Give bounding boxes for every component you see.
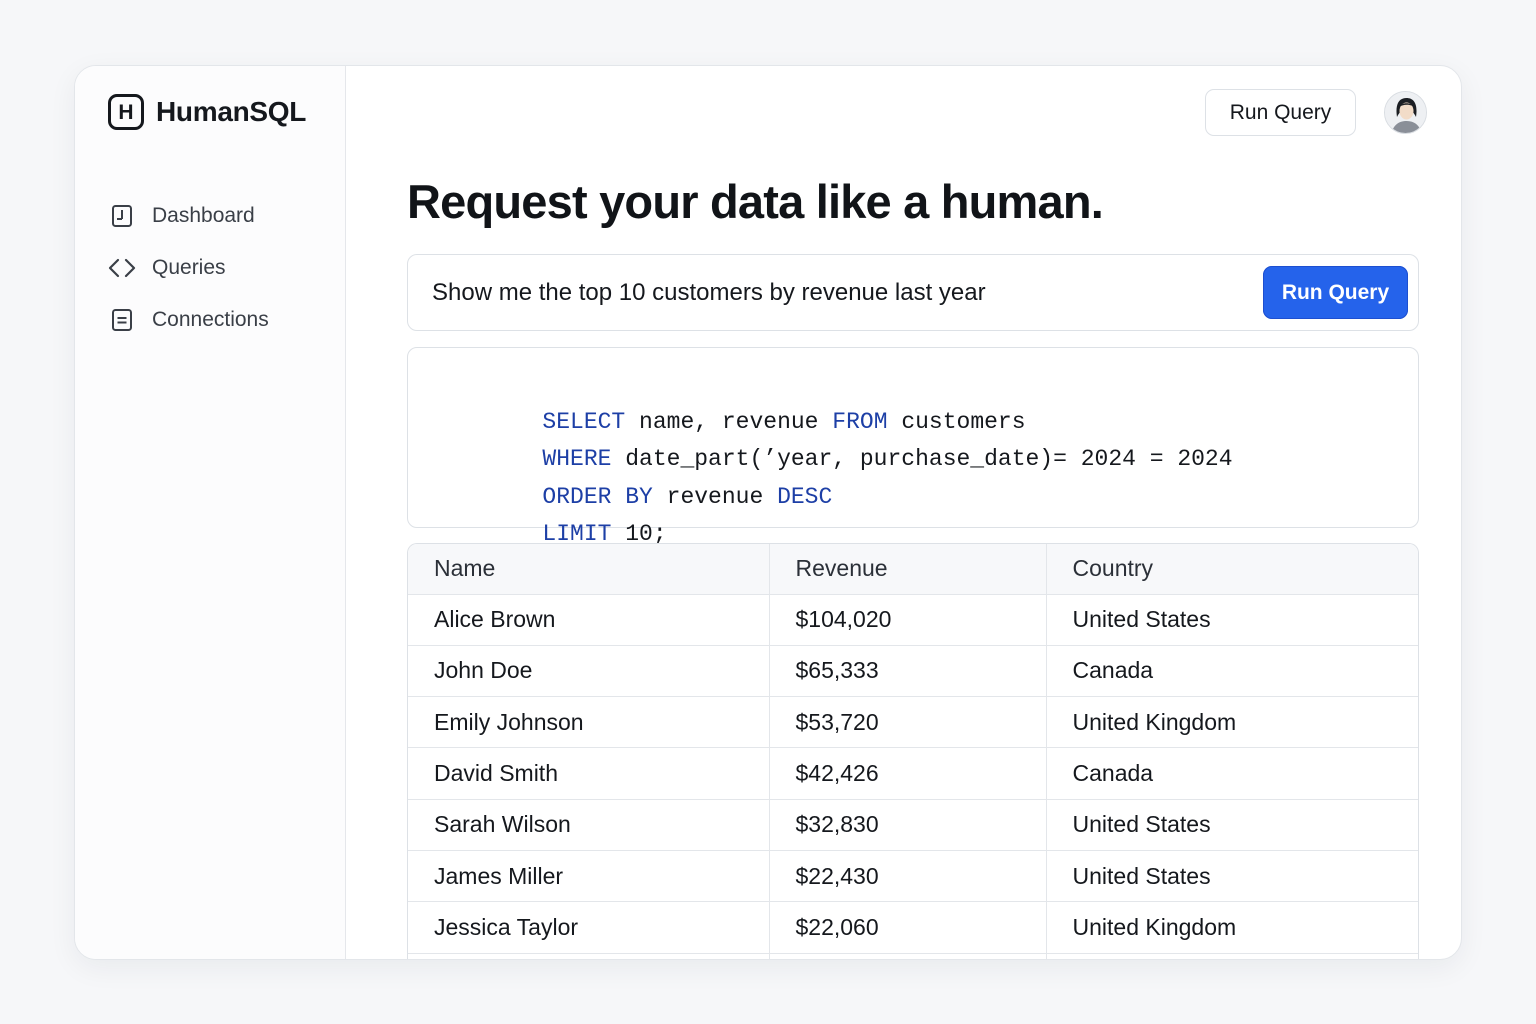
sidebar-item-connections[interactable]: Connections bbox=[108, 294, 269, 346]
column-header-name[interactable]: Name bbox=[408, 544, 769, 595]
table-row[interactable]: Emily Johnson $53,720 United Kingdom bbox=[408, 696, 1418, 749]
cell-country: United Kingdom bbox=[1045, 901, 1418, 954]
cell-revenue: $65,333 bbox=[768, 645, 1046, 698]
column-header-revenue[interactable]: Revenue bbox=[768, 544, 1046, 595]
table-row[interactable]: Jessica Taylor $22,060 United Kingdom bbox=[408, 901, 1418, 954]
cell-name: John Doe bbox=[408, 645, 769, 698]
sidebar-item-queries[interactable]: Queries bbox=[108, 242, 269, 294]
logo-icon: H bbox=[108, 94, 144, 130]
run-query-button[interactable]: Run Query bbox=[1263, 266, 1408, 319]
sql-keyword: SELECT bbox=[542, 408, 626, 435]
cell-revenue: $32,830 bbox=[768, 799, 1046, 851]
cell-country: Canada bbox=[1045, 747, 1418, 800]
cell-revenue: $104,020 bbox=[768, 594, 1046, 646]
cell-revenue: $42,426 bbox=[768, 747, 1046, 800]
sidebar: H HumanSQL Dashboard Queries Connections bbox=[75, 66, 346, 959]
cell-name: David Smith bbox=[408, 747, 769, 800]
cell-revenue: $22,060 bbox=[768, 901, 1046, 954]
document-icon bbox=[108, 306, 136, 334]
sql-keyword: ORDER BY bbox=[542, 483, 653, 510]
sql-panel[interactable]: SELECT name, revenue FROM customers WHER… bbox=[407, 347, 1419, 547]
app-window: H HumanSQL Dashboard Queries Connections… bbox=[74, 65, 1462, 960]
cell-revenue: $22,430 bbox=[768, 850, 1046, 903]
sql-keyword: DESC bbox=[777, 483, 833, 510]
sql-text: revenue bbox=[652, 483, 778, 510]
main-panel: Run Query Request your data like a human… bbox=[346, 66, 1461, 959]
sidebar-item-label: Dashboard bbox=[152, 204, 255, 227]
header-run-query-button[interactable]: Run Query bbox=[1205, 89, 1356, 136]
query-bar: Run Query bbox=[407, 254, 1419, 331]
avatar-icon bbox=[1385, 92, 1426, 133]
sidebar-item-label: Connections bbox=[152, 308, 269, 331]
dashboard-icon bbox=[108, 202, 136, 230]
cell-country: United States bbox=[1045, 799, 1418, 851]
table-row-partial bbox=[408, 953, 1418, 959]
cell-revenue: $53,720 bbox=[768, 696, 1046, 749]
cell-country: United Kingdom bbox=[1045, 696, 1418, 749]
query-input[interactable] bbox=[408, 255, 1248, 330]
brand[interactable]: H HumanSQL bbox=[108, 94, 306, 130]
sql-text: customers bbox=[887, 408, 1026, 435]
table-row[interactable]: John Doe $65,333 Canada bbox=[408, 645, 1418, 698]
sidebar-nav: Dashboard Queries Connections bbox=[108, 190, 269, 346]
page-title: Request your data like a human. bbox=[407, 175, 1104, 228]
results-table: Name Revenue Country Alice Brown $104,02… bbox=[408, 544, 1418, 959]
app-name: HumanSQL bbox=[156, 96, 307, 127]
table-row[interactable]: Alice Brown $104,020 United States bbox=[408, 594, 1418, 646]
cell-country: United States bbox=[1045, 850, 1418, 903]
sql-text: name, revenue bbox=[625, 408, 833, 435]
cell-name: Alice Brown bbox=[408, 594, 769, 646]
table-row[interactable]: David Smith $42,426 Canada bbox=[408, 747, 1418, 800]
cell-name: Sarah Wilson bbox=[408, 799, 769, 851]
table-row[interactable]: James Miller $22,430 United States bbox=[408, 850, 1418, 903]
results-table-container: Name Revenue Country Alice Brown $104,02… bbox=[407, 543, 1419, 959]
column-header-country[interactable]: Country bbox=[1045, 544, 1418, 595]
user-avatar[interactable] bbox=[1384, 91, 1427, 134]
code-icon bbox=[108, 254, 136, 282]
cell-country: Canada bbox=[1045, 645, 1418, 698]
sql-keyword: FROM bbox=[832, 408, 888, 435]
cell-name: Emily Johnson bbox=[408, 696, 769, 749]
table-header-row: Name Revenue Country bbox=[408, 544, 1418, 595]
sidebar-item-dashboard[interactable]: Dashboard bbox=[108, 190, 269, 242]
sql-line: SELECT name, revenue FROM customers bbox=[432, 366, 1394, 435]
cell-country: United States bbox=[1045, 594, 1418, 646]
sidebar-item-label: Queries bbox=[152, 256, 226, 279]
sql-text: date_part(’year, purchase_date)= 2024 = … bbox=[611, 446, 1233, 472]
cell-name: James Miller bbox=[408, 850, 769, 903]
sql-keyword: WHERE bbox=[542, 446, 612, 472]
table-row[interactable]: Sarah Wilson $32,830 United States bbox=[408, 799, 1418, 851]
cell-name: Jessica Taylor bbox=[408, 901, 769, 954]
